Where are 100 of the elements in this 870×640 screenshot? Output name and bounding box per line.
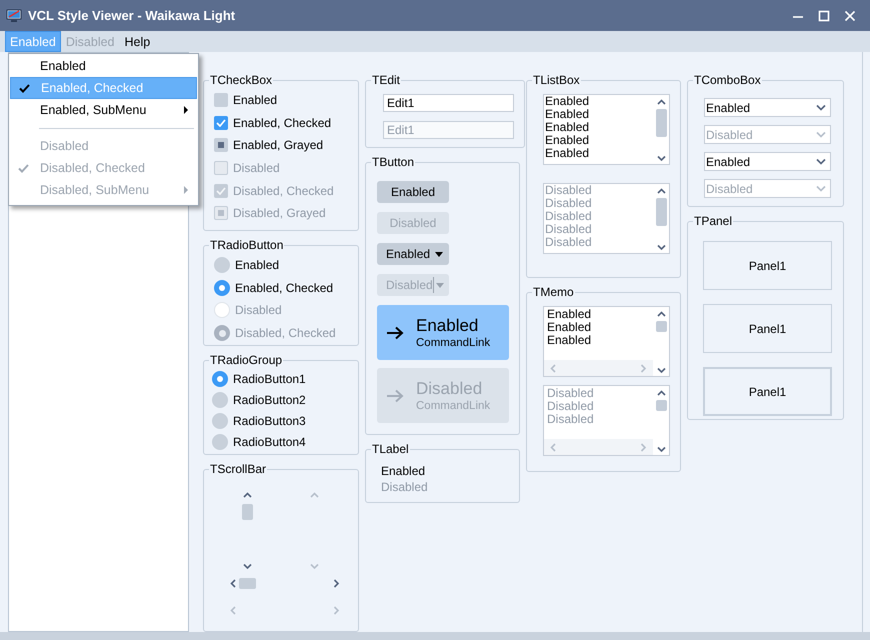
radio-button[interactable]	[212, 371, 228, 388]
group-title: TComboBox	[693, 73, 762, 87]
chevron-right-icon	[333, 579, 340, 588]
combo-value: Enabled	[706, 100, 750, 114]
menu-item-label: Disabled, Checked	[40, 161, 146, 175]
chevron-down-icon	[816, 104, 826, 111]
group-title: TListBox	[532, 73, 581, 87]
command-link-title: Enabled	[416, 316, 480, 336]
radio-button[interactable]	[212, 434, 228, 450]
radio-label: RadioButton3	[233, 414, 306, 428]
list-item[interactable]: Enabled	[545, 134, 653, 147]
combo-box[interactable]: Enabled	[704, 152, 831, 171]
checkbox-label: Enabled, Checked	[233, 116, 332, 130]
radio-button[interactable]	[214, 257, 230, 274]
radio-label: Disabled	[235, 303, 282, 318]
group-title: TScrollBar	[209, 462, 268, 476]
chevron-down-icon	[656, 446, 666, 453]
memo-line: Enabled	[547, 308, 592, 321]
radio-label: Disabled, Checked	[235, 326, 336, 340]
chevron-down-icon	[656, 367, 666, 374]
label-text: Disabled	[381, 480, 429, 494]
menu-item[interactable]: Enabled, SubMenu	[10, 99, 197, 121]
panel: Panel1	[703, 367, 832, 416]
chevron-down-icon	[656, 155, 666, 162]
chevron-right-icon	[640, 442, 647, 452]
arrow-right-icon	[386, 388, 404, 402]
text-field[interactable]: Edit1	[383, 94, 514, 112]
combo-value: Disabled	[706, 182, 753, 196]
label-text: Enabled	[381, 464, 426, 478]
menu-item-label: Disabled, SubMenu	[40, 183, 150, 197]
group-title: TButton	[371, 155, 416, 169]
memo-line: Disabled	[547, 413, 595, 426]
combo-value: Disabled	[706, 128, 753, 142]
check-icon	[18, 164, 29, 172]
checkbox-label: Enabled, Grayed	[233, 138, 324, 152]
memo-line: Disabled	[547, 387, 595, 400]
checkbox[interactable]	[214, 93, 228, 108]
command-link[interactable]: Enabled CommandLink	[377, 305, 509, 360]
radio-label: RadioButton4	[233, 434, 306, 449]
memo-line: Enabled	[547, 334, 592, 347]
chevron-up-icon	[656, 311, 666, 318]
maximize-icon[interactable]	[818, 10, 830, 22]
window-title: VCL Style Viewer - Waikawa Light	[28, 8, 236, 23]
radio-button[interactable]	[212, 412, 228, 429]
checkbox-label: Enabled	[233, 93, 278, 108]
memo-line: Disabled	[547, 400, 595, 413]
memo-field[interactable]: Enabled Enabled Enabled	[543, 306, 670, 377]
chevron-up-icon	[656, 99, 666, 106]
menu-item-label: Enabled, Checked	[41, 81, 144, 95]
scrollbar-thumb[interactable]	[656, 109, 666, 137]
chevron-down-icon	[816, 185, 826, 192]
group-title: TRadioGroup	[209, 353, 284, 367]
checkbox[interactable]	[214, 138, 228, 152]
checkbox-label: Disabled, Checked	[233, 184, 334, 198]
chevron-right-icon	[333, 606, 340, 615]
arrow-right-icon	[386, 326, 404, 340]
chevron-down-icon	[310, 563, 319, 570]
group-title: TPanel	[693, 214, 734, 228]
radio-button[interactable]	[212, 392, 228, 408]
submenu-arrow-icon	[184, 106, 188, 114]
group-title: TRadioButton	[209, 238, 284, 252]
memo-line: Enabled	[547, 321, 592, 334]
combo-box[interactable]: Enabled	[704, 98, 831, 117]
menu-item[interactable]: Enabled	[5, 31, 61, 52]
scrollbar-thumb[interactable]	[656, 321, 666, 332]
scrollbar-thumb[interactable]	[242, 504, 253, 520]
close-icon[interactable]	[844, 10, 856, 22]
panel: Panel1	[703, 304, 832, 353]
scrollbar-thumb[interactable]	[239, 578, 256, 589]
list-item[interactable]: Enabled	[545, 95, 653, 108]
chevron-left-icon	[550, 364, 557, 372]
chevron-up-icon	[656, 188, 666, 195]
chevron-up-icon	[656, 390, 666, 397]
checkbox-label: Disabled	[233, 161, 280, 176]
chevron-right-icon	[640, 364, 647, 372]
list-item[interactable]: Enabled	[545, 147, 653, 160]
combo-value: Enabled	[706, 154, 750, 168]
chevron-down-icon	[656, 244, 666, 251]
radio-label: Enabled	[235, 258, 280, 272]
submenu-arrow-icon	[184, 186, 188, 194]
chevron-down-icon	[243, 563, 252, 570]
chevron-down-icon	[816, 131, 826, 138]
menu-item[interactable]: Enabled, Checked	[10, 77, 197, 99]
list-box[interactable]: Enabled Enabled Enabled Enabled Enabled	[543, 94, 670, 165]
split-button[interactable]: Enabled	[377, 243, 449, 265]
list-item[interactable]: Enabled	[545, 108, 653, 121]
chevron-down-icon	[816, 158, 826, 165]
radio-button[interactable]	[214, 280, 230, 296]
dropdown-triangle-icon	[435, 252, 443, 256]
dropdown-triangle-icon	[436, 282, 444, 288]
menu-item-label: Disabled	[40, 139, 90, 153]
checkbox[interactable]	[214, 116, 228, 130]
menu-item[interactable]: Enabled	[10, 55, 197, 77]
group-title: TCheckBox	[209, 73, 274, 87]
command-link-note: CommandLink	[416, 336, 490, 350]
radio-label: RadioButton1	[233, 372, 306, 386]
menu-item[interactable]: Help	[120, 31, 156, 52]
push-button[interactable]: Enabled	[377, 181, 449, 203]
list-item[interactable]: Enabled	[545, 121, 653, 134]
menu-item-label: Enabled	[40, 59, 87, 73]
